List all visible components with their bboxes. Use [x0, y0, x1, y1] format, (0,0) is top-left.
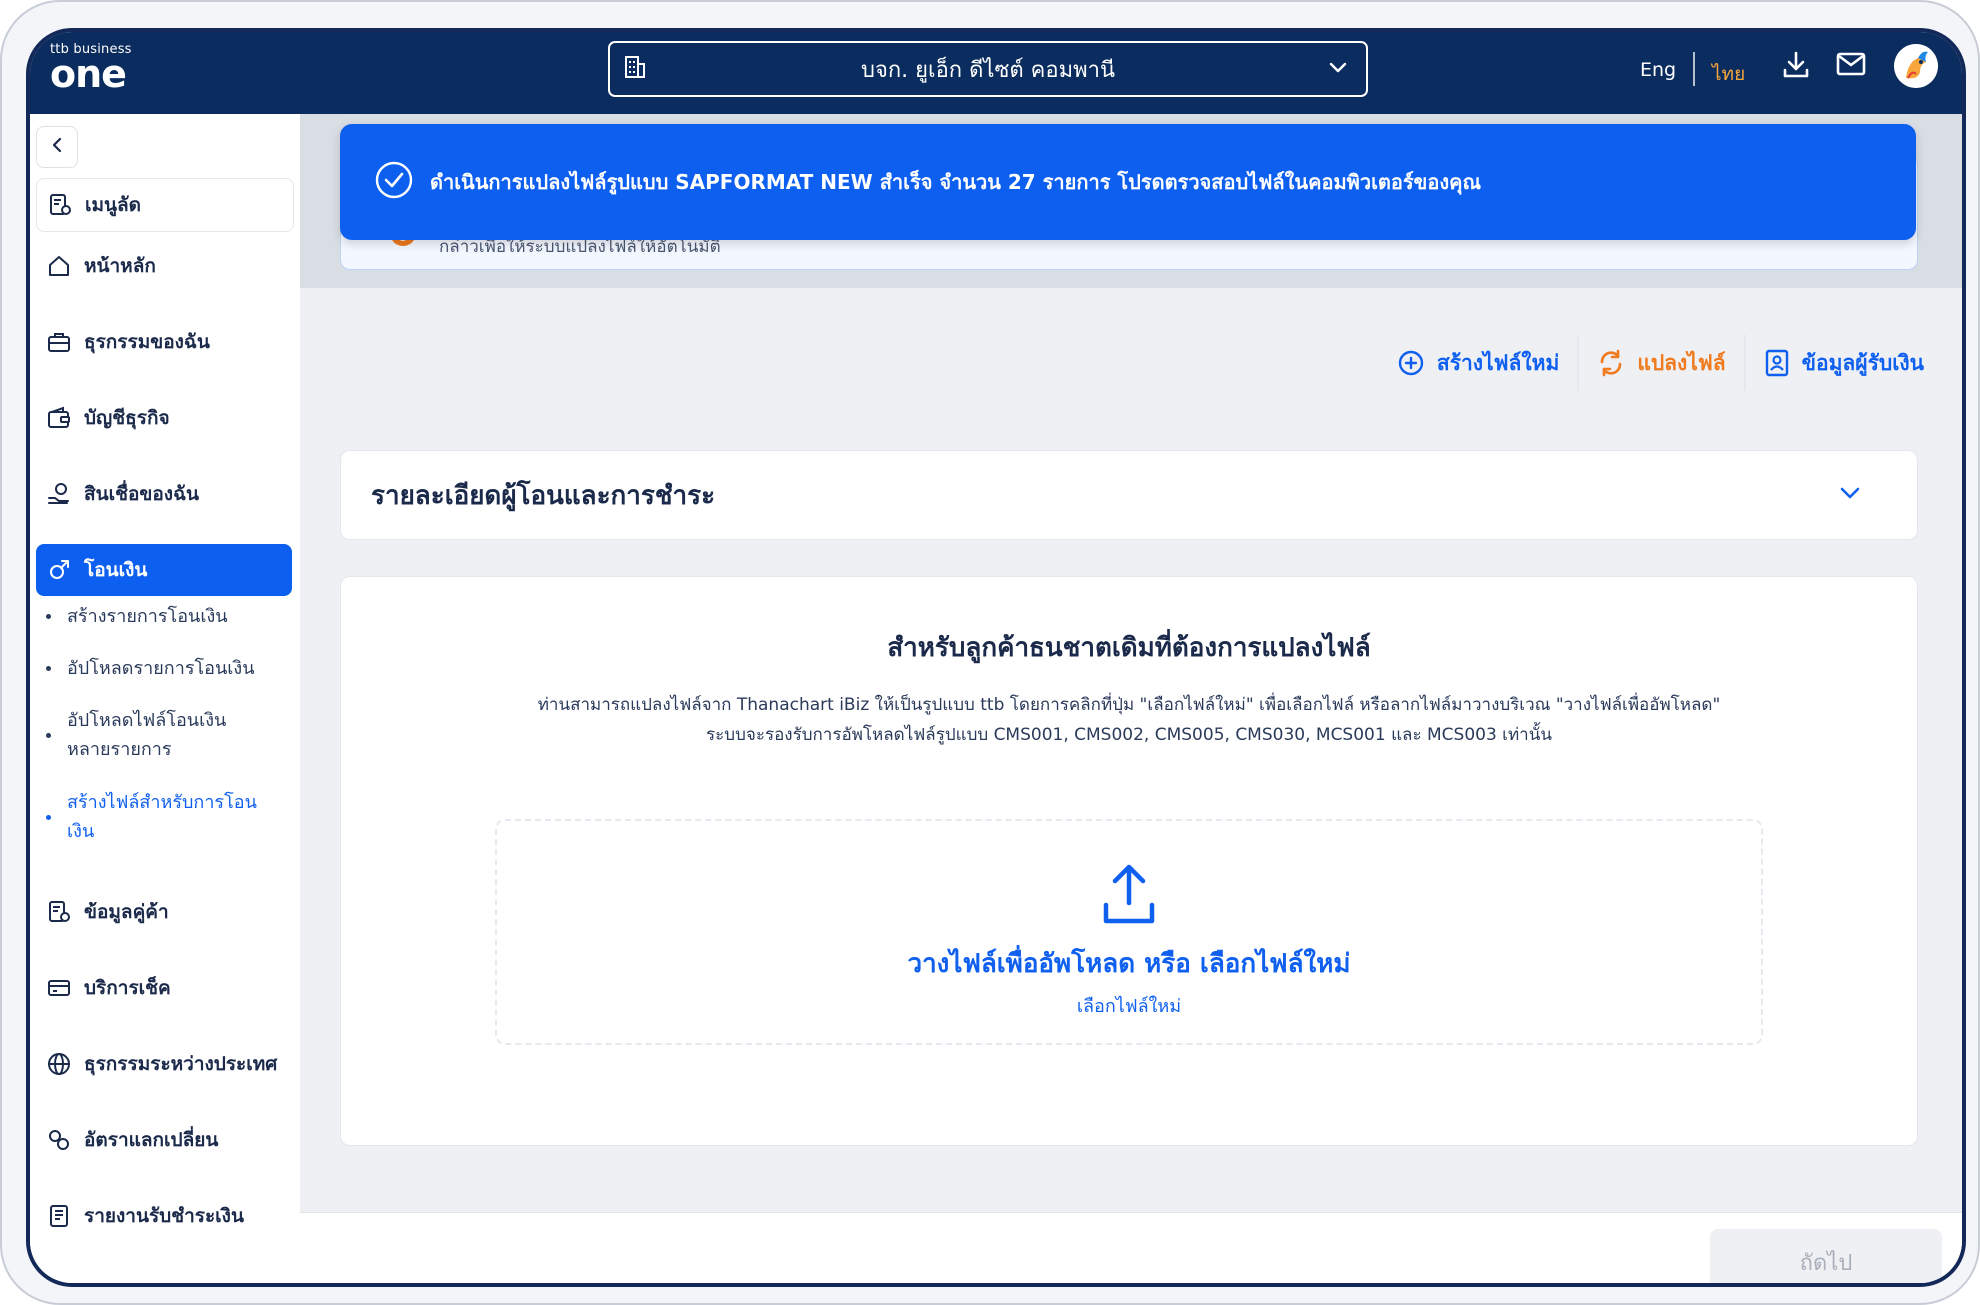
sidebar-item-label: ธุรกรรมของฉัน [84, 331, 210, 353]
lang-eng[interactable]: Eng [1640, 59, 1676, 81]
lang-thai[interactable]: ไทย [1712, 59, 1745, 89]
bullet [46, 814, 51, 820]
toast-message: ดำเนินการแปลงไฟล์รูปแบบ SAPFORMAT NEW สำ… [430, 170, 1482, 194]
transfer-icon [46, 557, 72, 583]
sidebar-item-label: เมนูลัด [85, 194, 141, 216]
sidebar-item-shortcut[interactable]: เมนูลัด [36, 178, 294, 232]
lang-divider [1693, 52, 1695, 86]
partner-icon [46, 899, 72, 925]
sidebar-item-label: รายงานรับชำระเงิน [84, 1205, 244, 1227]
bullet [46, 614, 51, 619]
home-icon [46, 253, 72, 279]
wallet-icon [46, 405, 72, 431]
upload-card: สำหรับลูกค้าธนชาตเดิมที่ต้องการแปลงไฟล์ … [340, 576, 1918, 1146]
sidebar-item-international[interactable]: ธุรกรรมระหว่างประเทศ [36, 1038, 292, 1090]
sidebar-item-home[interactable]: หน้าหลัก [36, 240, 292, 292]
bullet [46, 732, 51, 738]
sidebar-subitem-create-transfer[interactable]: สร้างรายการโอนเงิน [46, 602, 286, 631]
success-toast: ดำเนินการแปลงไฟล์รูปแบบ SAPFORMAT NEW สำ… [340, 124, 1916, 240]
upload-description-2: ระบบจะรองรับการอัพโหลดไฟล์รูปแบบ CMS001,… [706, 725, 1552, 745]
ttb-logo[interactable]: ttb business one [50, 42, 132, 93]
cheque-icon [46, 975, 72, 1001]
sidebar-item-label: โอนเงิน [84, 559, 148, 581]
payer-details-accordion[interactable]: รายละเอียดผู้โอนและการชำระ [340, 450, 1918, 540]
report-icon [46, 1203, 72, 1229]
app-screen: ttb business one บจก. ยูเอ็ก ดีไซต์ คอมพ… [26, 28, 1966, 1287]
briefcase-icon [46, 329, 72, 355]
sidebar-item-label: หน้าหลัก [84, 255, 156, 277]
main-content: กล่าวเพื่อให้ระบบแปลงไฟล์ให้อัตโนมัติ ดำ… [300, 114, 1962, 1283]
company-name: บจก. ยูเอ็ก ดีไซต์ คอมพานี [861, 57, 1115, 83]
logo-big-text: one [50, 52, 127, 96]
convert-file-label: แปลงไฟล์ [1637, 350, 1726, 375]
payee-info-button[interactable]: ข้อมูลผู้รับเงิน [1746, 347, 1942, 380]
sidebar-subitem-label: อัปโหลดไฟล์โอนเงินหลายรายการ [67, 710, 227, 760]
shortcut-icon [47, 192, 73, 218]
sidebar-item-transfer[interactable]: โอนเงิน [36, 544, 292, 596]
exchange-icon [46, 1127, 72, 1153]
refresh-icon [1597, 349, 1625, 377]
sidebar-item-label: ข้อมูลคู่ค้า [84, 901, 169, 923]
action-bar: สร้างไฟล์ใหม่ แปลงไฟล์ ข้อมูลผู้รับเงิน [1379, 335, 1942, 391]
building-icon [624, 55, 646, 85]
upload-heading: สำหรับลูกค้าธนชาตเดิมที่ต้องการแปลงไฟล์ [887, 633, 1371, 663]
sidebar-collapse-button[interactable] [36, 126, 78, 168]
sidebar-subitem-label: สร้างรายการโอนเงิน [67, 606, 228, 627]
top-bar: ttb business one บจก. ยูเอ็ก ดีไซต์ คอมพ… [30, 32, 1962, 114]
sidebar-item-label: บัญชีธุรกิจ [84, 407, 170, 429]
chevron-left-icon [50, 136, 64, 158]
chevron-down-icon [1328, 57, 1348, 83]
sidebar-item-exchange-rate[interactable]: อัตราแลกเปลี่ยน [36, 1114, 292, 1166]
dropzone-text: วางไฟล์เพื่ออัพโหลด หรือ เลือกไฟล์ใหม่ [907, 949, 1351, 979]
sidebar-subitem-label: อัปโหลดรายการโอนเงิน [67, 658, 255, 679]
upload-description-1: ท่านสามารถแปลงไฟล์จาก Thanachart iBiz ให… [537, 695, 1721, 715]
sidebar-item-label: ธุรกรรมระหว่างประเทศ [84, 1053, 278, 1075]
mail-icon[interactable] [1836, 52, 1866, 80]
sidebar-subitem-create-file[interactable]: สร้างไฟล์สำหรับการโอนเงิน [46, 788, 286, 846]
sidebar-subitem-label: สร้างไฟล์สำหรับการโอนเงิน [67, 792, 257, 842]
sidebar-subitem-upload-transfer[interactable]: อัปโหลดรายการโอนเงิน [46, 654, 286, 683]
sidebar-item-my-loans[interactable]: สินเชื่อของฉัน [36, 468, 292, 520]
globe-icon [46, 1051, 72, 1077]
file-dropzone[interactable]: วางไฟล์เพื่ออัพโหลด หรือ เลือกไฟล์ใหม่ เ… [495, 819, 1763, 1045]
company-selector[interactable]: บจก. ยูเอ็ก ดีไซต์ คอมพานี [608, 41, 1368, 97]
sidebar-item-partners[interactable]: ข้อมูลคู่ค้า [36, 886, 292, 938]
sidebar-item-cheque[interactable]: บริการเช็ค [36, 962, 292, 1014]
loan-icon [46, 481, 72, 507]
check-circle-icon [374, 160, 414, 204]
upload-icon [1101, 861, 1157, 933]
sidebar-item-business-account[interactable]: บัญชีธุรกิจ [36, 392, 292, 444]
sidebar: เมนูลัด หน้าหลัก ธุรกรรมของฉัน บัญชีธุรก… [30, 114, 300, 1283]
sidebar-item-label: บริการเช็ค [84, 977, 171, 999]
accordion-title: รายละเอียดผู้โอนและการชำระ [371, 481, 716, 511]
device-frame: ttb business one บจก. ยูเอ็ก ดีไซต์ คอมพ… [0, 0, 1980, 1305]
footer-bar: ถัดไป [300, 1212, 1962, 1283]
contact-icon [1764, 349, 1790, 377]
bullet [46, 666, 51, 671]
sidebar-item-label: สินเชื่อของฉัน [84, 483, 199, 505]
convert-file-button[interactable]: แปลงไฟล์ [1579, 347, 1743, 380]
sidebar-item-payment-report[interactable]: รายงานรับชำระเงิน [36, 1190, 292, 1242]
download-icon[interactable] [1782, 50, 1810, 84]
payee-info-label: ข้อมูลผู้รับเงิน [1801, 350, 1924, 375]
sidebar-subitem-upload-multi[interactable]: อัปโหลดไฟล์โอนเงินหลายรายการ [46, 706, 286, 764]
avatar[interactable] [1894, 44, 1938, 88]
sidebar-item-my-transactions[interactable]: ธุรกรรมของฉัน [36, 316, 292, 368]
select-file-link[interactable]: เลือกไฟล์ใหม่ [497, 991, 1761, 1020]
sidebar-item-label: อัตราแลกเปลี่ยน [84, 1129, 219, 1151]
create-file-button[interactable]: สร้างไฟล์ใหม่ [1379, 347, 1577, 380]
next-button[interactable]: ถัดไป [1710, 1229, 1942, 1283]
create-file-label: สร้างไฟล์ใหม่ [1436, 350, 1560, 375]
chevron-down-icon[interactable] [1839, 483, 1861, 507]
plus-circle-icon [1397, 349, 1425, 377]
